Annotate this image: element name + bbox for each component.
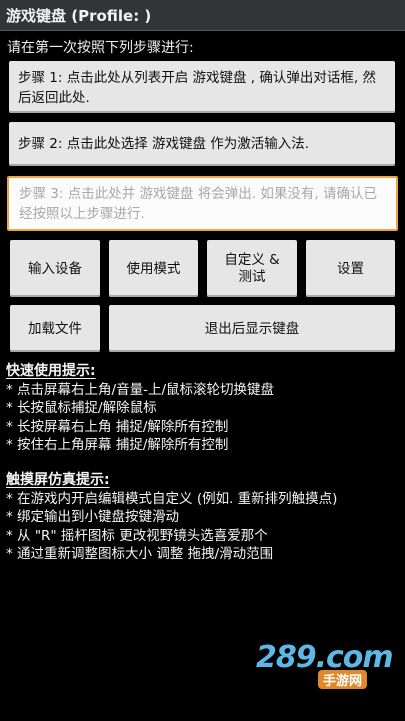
- tip-item: * 点击屏幕右上角/音量-上/鼠标滚轮切换键盘: [6, 381, 275, 398]
- load-file-button[interactable]: 加载文件: [10, 305, 100, 352]
- customize-test-button[interactable]: 自定义 & 测试: [207, 240, 297, 297]
- tip-item: * 长按屏幕右上角 捕捉/解除所有控制: [6, 418, 229, 435]
- touch-tips-heading: 触摸屏仿真提示:: [6, 472, 110, 488]
- touch-tip-item: * 绑定输出到小键盘按键滑动: [6, 509, 180, 525]
- step1-button[interactable]: 步骤 1: 点击此处从列表开启 游戏键盘 , 确认弹出对话框, 然后返回此处.: [9, 61, 395, 113]
- customize-label-line1: 自定义 &: [224, 251, 280, 268]
- show-keyboard-button[interactable]: 退出后显示键盘: [109, 305, 395, 352]
- step3-button[interactable]: 步骤 3: 点击此处并 游戏键盘 将会弹出. 如果没有, 请确认已经按照以上步骤…: [7, 176, 398, 231]
- tip-item: * 按住右上角屏幕 捕捉/解除所有控制: [6, 437, 229, 453]
- quick-tips-section: 快速使用提示: * 点击屏幕右上角/音量-上/鼠标滚轮切换键盘 * 长按鼠标捕捉…: [6, 362, 274, 455]
- app-title: 游戏键盘 (Profile: ): [6, 7, 152, 25]
- title-bar: 游戏键盘 (Profile: ): [0, 0, 405, 31]
- intro-text: 请在第一次按照下列步骤进行:: [7, 40, 194, 56]
- touch-tip-item: * 通过重新调整图标大小 调整 拖拽/滑动范围: [6, 546, 274, 562]
- tip-item: * 长按鼠标捕捉/解除鼠标: [6, 400, 157, 416]
- input-device-button[interactable]: 输入设备: [10, 240, 100, 297]
- touch-tip-item: * 从 "R" 摇杆图标 更改视野镜头选喜爱那个: [6, 527, 268, 544]
- site-watermark: 289.com 手游网: [256, 640, 394, 690]
- watermark-sub-text: 手游网: [318, 670, 368, 689]
- mode-button[interactable]: 使用模式: [109, 240, 198, 297]
- touch-tips-section: 触摸屏仿真提示: * 在游戏内开启编辑模式自定义 (例如. 重新排列触摸点) *…: [6, 471, 337, 564]
- settings-button[interactable]: 设置: [306, 240, 395, 297]
- customize-label-line2: 测试: [238, 268, 266, 285]
- touch-tip-item: * 在游戏内开启编辑模式自定义 (例如. 重新排列触摸点): [6, 490, 338, 507]
- quick-tips-heading: 快速使用提示:: [6, 363, 96, 379]
- step2-button[interactable]: 步骤 2: 点击此处选择 游戏键盘 作为激活输入法.: [9, 122, 395, 166]
